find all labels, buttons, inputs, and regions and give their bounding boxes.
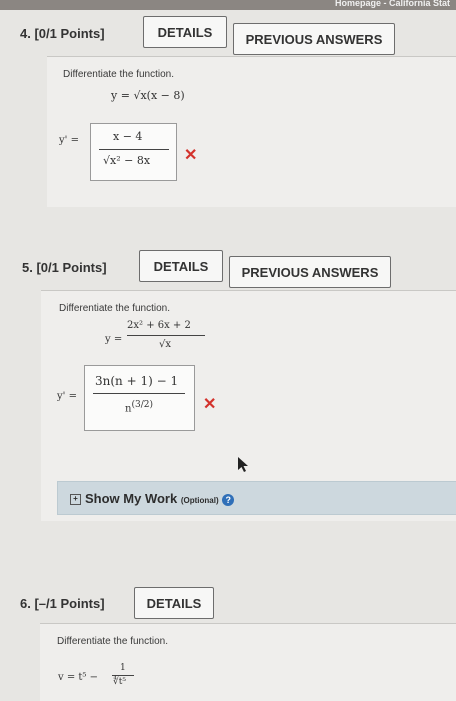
question-6: 6. [–/1 Points] DETAILS Differentiate th… [0,575,456,701]
points-label: [0/1 Points] [36,260,107,275]
answer-denominator: √x² − 8x [103,154,151,167]
previous-answers-button[interactable]: PREVIOUS ANSWERS [233,23,395,55]
previous-answers-button[interactable]: PREVIOUS ANSWERS [229,256,391,288]
function-lhs-label: v = [58,672,76,683]
mouse-cursor-icon [238,457,250,478]
function-expression: y = √x(x − 8) [111,89,185,102]
details-button[interactable]: DETAILS [134,587,214,619]
question-6-panel: Differentiate the function. v = t⁵ − 1 ∜… [40,623,456,701]
answer-denominator: n(3/2) [125,400,153,414]
answer-box[interactable]: x − 4 √x² − 8x [90,123,177,181]
function-denominator: ∜t⁵ [113,677,126,687]
browser-top-bar: Homepage - California Stat [0,0,456,10]
question-4-panel: Differentiate the function. y = √x(x − 8… [47,56,456,207]
function-lhs: y = [105,334,123,345]
details-button[interactable]: DETAILS [143,16,227,48]
function-term: t⁵ − [78,672,98,683]
question-6-header: 6. [–/1 Points] [20,596,105,611]
function-numerator: 2x² + 6x + 2 [127,320,191,331]
function-lhs: v = t⁵ − [58,672,98,683]
function-denominator: √x [159,339,172,350]
incorrect-x-icon: ✕ [203,396,217,413]
question-number: 6. [20,596,31,611]
prompt-text: Differentiate the function. [57,636,168,647]
answer-lhs: y' = [59,135,79,146]
show-my-work-bar[interactable]: + Show My Work (Optional) ? [57,481,456,515]
question-5: 5. [0/1 Points] DETAILS PREVIOUS ANSWERS… [0,240,456,530]
function-lhs: y = [111,89,130,102]
expand-plus-icon: + [70,494,81,506]
question-number: 4. [20,26,31,41]
points-label: [0/1 Points] [34,26,105,41]
show-my-work-optional: (Optional) [180,496,219,505]
function-numerator: 1 [120,663,126,673]
question-4: 4. [0/1 Points] DETAILS PREVIOUS ANSWERS… [0,10,456,220]
question-5-header: 5. [0/1 Points] [22,260,107,275]
fraction-bar [127,335,205,336]
question-5-panel: Differentiate the function. y = 2x² + 6x… [41,290,456,521]
question-number: 5. [22,260,33,275]
fraction-bar [93,393,185,394]
prompt-text: Differentiate the function. [63,69,174,80]
fraction-bar [112,675,134,676]
incorrect-x-icon: ✕ [184,147,198,164]
answer-denominator-exponent: (3/2) [131,400,153,410]
browser-tab-hint: Homepage - California Stat [334,0,450,8]
question-4-header: 4. [0/1 Points] [20,26,105,41]
help-icon[interactable]: ? [222,493,235,506]
details-button[interactable]: DETAILS [139,250,223,282]
points-label: [–/1 Points] [34,596,105,611]
show-my-work-row: + Show My Work (Optional) ? [70,491,235,506]
show-my-work-label: Show My Work [85,491,178,506]
function-rhs: √x(x − 8) [133,89,185,102]
fraction-bar [99,149,169,150]
answer-numerator: x − 4 [113,130,143,143]
answer-numerator: 3n(n + 1) − 1 [95,374,179,388]
prompt-text: Differentiate the function. [59,303,170,314]
answer-lhs: y' = [57,391,77,402]
answer-box[interactable]: 3n(n + 1) − 1 n(3/2) [84,365,195,431]
